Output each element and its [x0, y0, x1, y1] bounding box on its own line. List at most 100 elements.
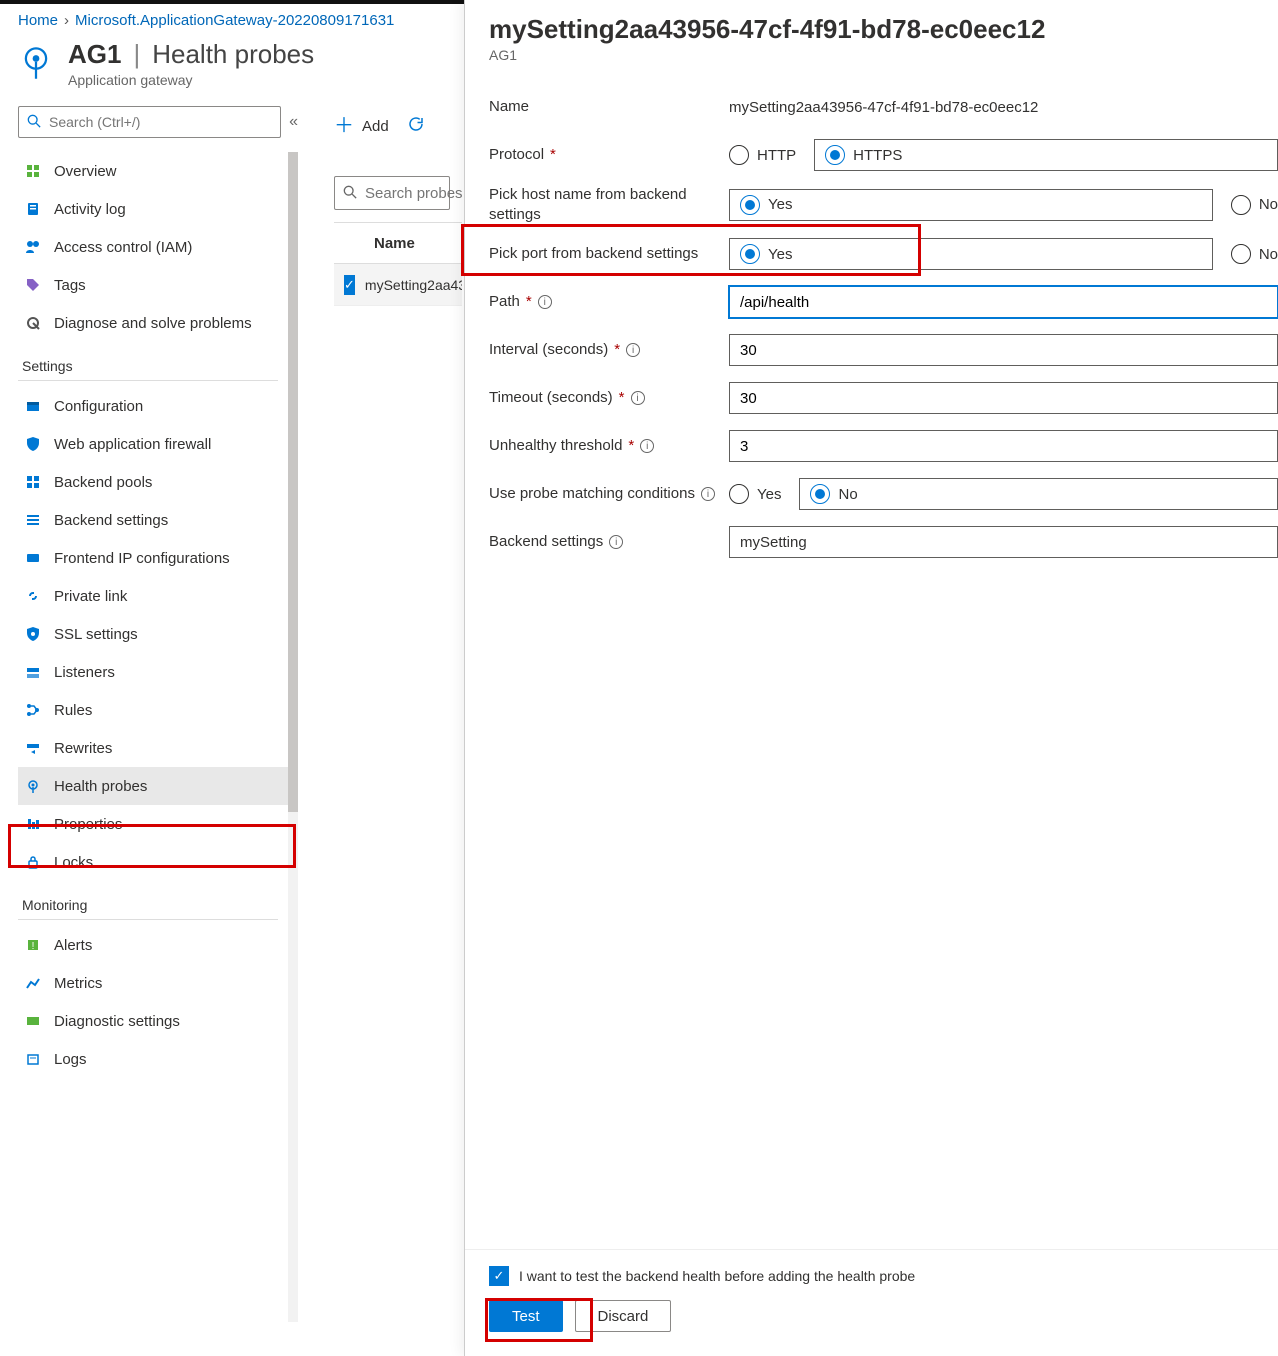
sidebar-item-label: Backend settings — [54, 512, 168, 529]
sidebar-item-diagset[interactable]: Diagnostic settings — [18, 1002, 298, 1040]
sidebar-scrollbar[interactable] — [288, 152, 298, 1322]
sidebar-item-label: Logs — [54, 1051, 87, 1068]
ssl-icon — [24, 625, 42, 643]
info-icon[interactable]: i — [640, 439, 654, 453]
sidebar-item-label: Frontend IP configurations — [54, 550, 230, 567]
test-checkbox-label: I want to test the backend health before… — [519, 1268, 915, 1284]
waf-icon — [24, 435, 42, 453]
props-icon — [24, 815, 42, 833]
info-icon[interactable]: i — [609, 535, 623, 549]
nav-group-settings: Settings — [18, 342, 278, 381]
logs-icon — [24, 1050, 42, 1068]
plus-icon: ＋ — [334, 116, 354, 136]
sidebar-item-rewrite[interactable]: Rewrites — [18, 729, 298, 767]
overview-icon — [24, 162, 42, 180]
sidebar-item-logs[interactable]: Logs — [18, 1040, 298, 1078]
breadcrumb-rg[interactable]: Microsoft.ApplicationGateway-20220809171… — [75, 12, 394, 29]
input-path[interactable] — [729, 286, 1278, 318]
radio-pickport-no[interactable]: No — [1231, 244, 1278, 264]
sidebar-item-diagnose[interactable]: Diagnose and solve problems — [18, 304, 298, 342]
row-name: mySetting2aa43956-47cf-4f91-bd78-ec0eec1… — [365, 277, 462, 293]
refresh-icon[interactable] — [407, 115, 425, 138]
sidebar-item-alerts[interactable]: ! Alerts — [18, 926, 298, 964]
radio-pickport-yes[interactable]: Yes — [729, 238, 1213, 270]
sidebar-item-locks[interactable]: Locks — [18, 843, 298, 881]
sidebar-item-label: Backend pools — [54, 474, 152, 491]
sidebar-item-ssl[interactable]: SSL settings — [18, 615, 298, 653]
sidebar-search[interactable] — [18, 106, 281, 138]
sidebar-item-activity[interactable]: Activity log — [18, 190, 298, 228]
sidebar-item-label: Configuration — [54, 398, 143, 415]
label-protocol: Protocol* — [489, 145, 729, 165]
test-checkbox[interactable]: ✓ — [489, 1266, 509, 1286]
info-icon[interactable]: i — [626, 343, 640, 357]
sidebar-item-label: Web application firewall — [54, 436, 211, 453]
row-checkbox[interactable]: ✓ — [344, 275, 355, 295]
sidebar-item-label: Properties — [54, 816, 122, 833]
test-button[interactable]: Test — [489, 1300, 563, 1332]
sidebar-search-input[interactable] — [49, 114, 272, 130]
collapse-sidebar-icon[interactable]: « — [289, 113, 298, 131]
alerts-icon: ! — [24, 936, 42, 954]
input-unhealthy[interactable] — [729, 430, 1278, 462]
sidebar-item-tags[interactable]: Tags — [18, 266, 298, 304]
sidebar-item-iam[interactable]: Access control (IAM) — [18, 228, 298, 266]
sidebar-item-label: Diagnostic settings — [54, 1013, 180, 1030]
sidebar-item-label: Tags — [54, 277, 86, 294]
radio-match-yes[interactable]: Yes — [729, 484, 781, 504]
sidebar-item-label: Health probes — [54, 778, 147, 795]
sidebar-item-label: Rewrites — [54, 740, 112, 757]
svg-text:!: ! — [32, 941, 35, 952]
info-icon[interactable]: i — [631, 391, 645, 405]
table-row[interactable]: ✓ mySetting2aa43956-47cf-4f91-bd78-ec0ee… — [334, 264, 462, 306]
info-icon[interactable]: i — [538, 295, 552, 309]
chevron-right-icon: › — [64, 12, 69, 29]
sidebar-item-label: Listeners — [54, 664, 115, 681]
radio-pickhost-yes[interactable]: Yes — [729, 189, 1213, 221]
sidebar-item-metrics[interactable]: Metrics — [18, 964, 298, 1002]
sidebar-item-label: SSL settings — [54, 626, 138, 643]
radio-http[interactable]: HTTP — [729, 145, 796, 165]
sidebar-item-backend[interactable]: Backend pools — [18, 463, 298, 501]
label-pickhost: Pick host name from backend settings — [489, 185, 729, 224]
rewrite-icon — [24, 739, 42, 757]
sidebar-item-label: Activity log — [54, 201, 126, 218]
sidebar-item-backset[interactable]: Backend settings — [18, 501, 298, 539]
sidebar-item-overview[interactable]: Overview — [18, 152, 298, 190]
sidebar-item-frontip[interactable]: Frontend IP configurations — [18, 539, 298, 577]
activity-icon — [24, 200, 42, 218]
radio-https[interactable]: HTTPS — [814, 139, 1278, 171]
iam-icon — [24, 238, 42, 256]
select-backset[interactable]: mySetting — [729, 526, 1278, 558]
label-name: Name — [489, 97, 729, 117]
sidebar-item-label: Alerts — [54, 937, 92, 954]
sidebar-item-privlink[interactable]: Private link — [18, 577, 298, 615]
radio-pickhost-no[interactable]: No — [1231, 195, 1278, 215]
sidebar-item-health[interactable]: Health probes — [18, 767, 298, 805]
sidebar-item-label: Metrics — [54, 975, 102, 992]
breadcrumb-home[interactable]: Home — [18, 12, 58, 29]
search-icon — [343, 185, 357, 202]
sidebar-nav: Overview Activity log Access control (IAM)… — [18, 152, 298, 1322]
radio-match-no[interactable]: No — [799, 478, 1278, 510]
panel-subtitle: AG1 — [489, 47, 1254, 63]
input-interval[interactable] — [729, 334, 1278, 366]
label-interval: Interval (seconds)* i — [489, 340, 729, 360]
probe-search[interactable] — [334, 176, 450, 210]
sidebar-item-listen[interactable]: Listeners — [18, 653, 298, 691]
info-icon[interactable]: i — [701, 487, 715, 501]
sidebar-item-props[interactable]: Properties — [18, 805, 298, 843]
value-name: mySetting2aa43956-47cf-4f91-bd78-ec0eec1… — [729, 99, 1038, 116]
add-button[interactable]: ＋ Add — [334, 116, 389, 136]
discard-button[interactable]: Discard — [575, 1300, 672, 1332]
tags-icon — [24, 276, 42, 294]
sidebar-item-rules[interactable]: Rules — [18, 691, 298, 729]
sidebar-item-label: Overview — [54, 163, 117, 180]
sidebar-item-label: Diagnose and solve problems — [54, 315, 252, 332]
input-timeout[interactable] — [729, 382, 1278, 414]
sidebar-item-config[interactable]: Configuration — [18, 387, 298, 425]
panel-title: mySetting2aa43956-47cf-4f91-bd78-ec0eec1… — [489, 14, 1254, 45]
sidebar-item-waf[interactable]: Web application firewall — [18, 425, 298, 463]
backend-icon — [24, 473, 42, 491]
rules-icon — [24, 701, 42, 719]
